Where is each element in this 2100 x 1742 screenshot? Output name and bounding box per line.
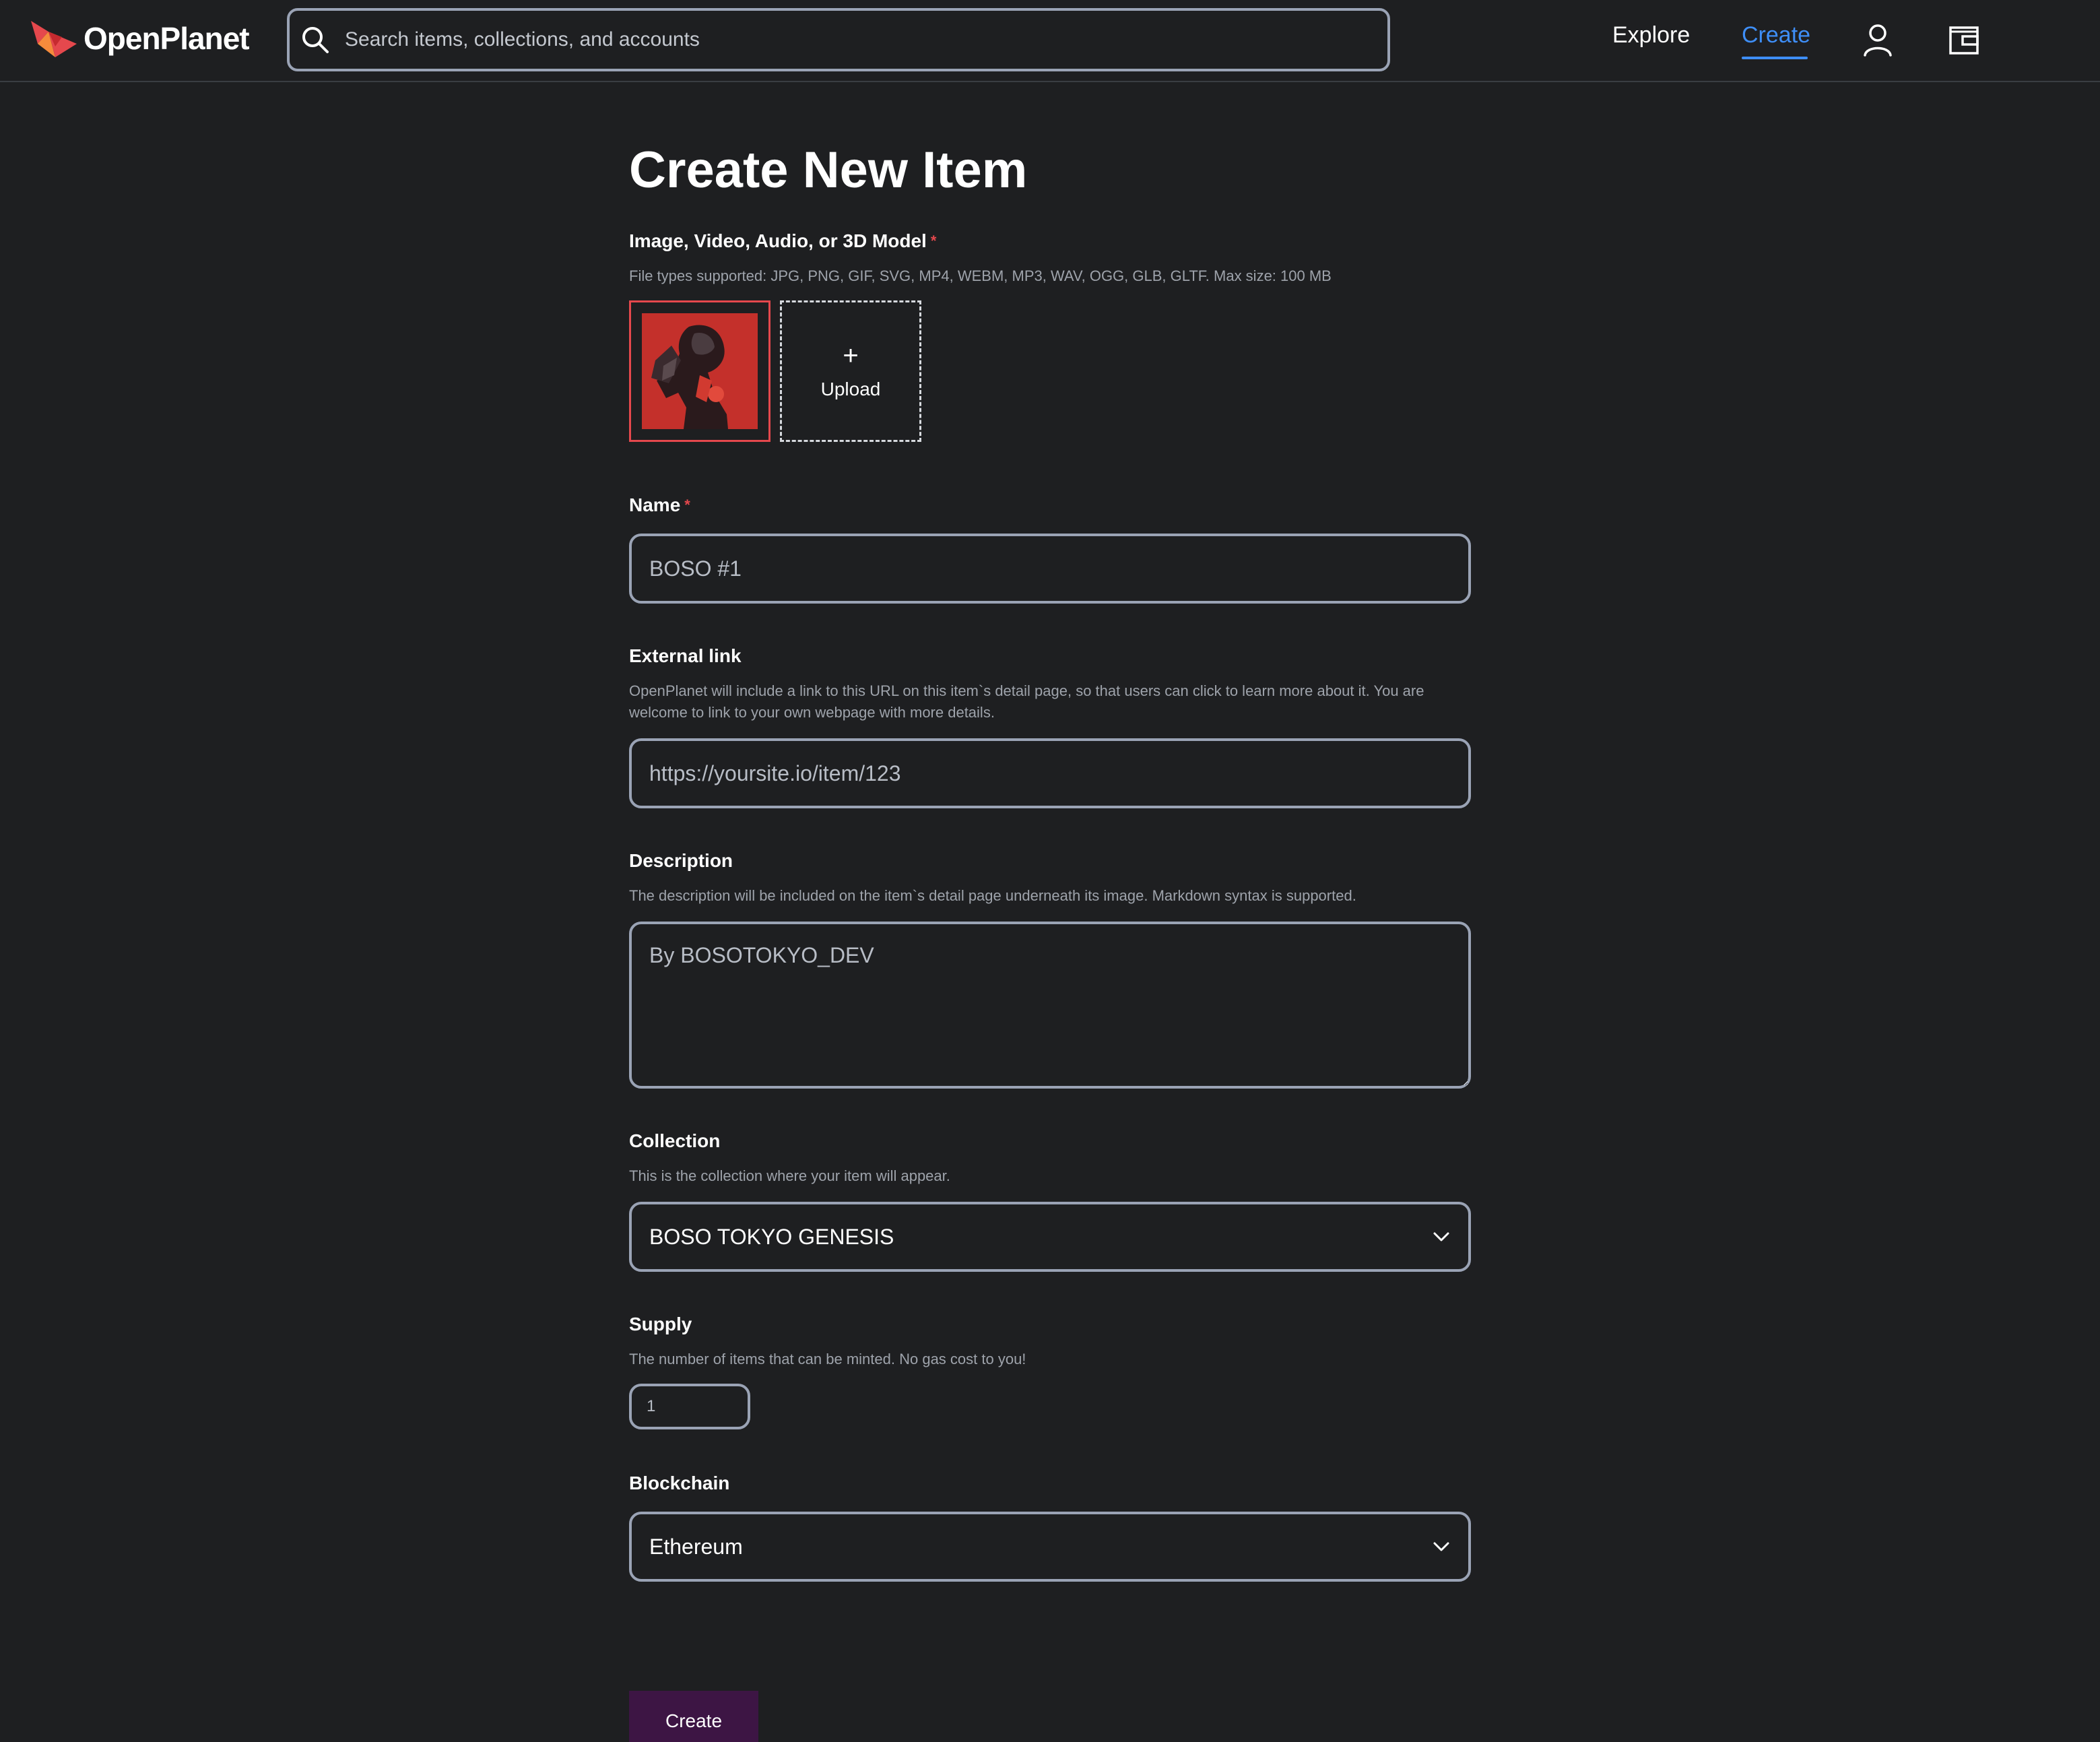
external-link-label: External link: [629, 645, 742, 666]
external-link-input[interactable]: [629, 738, 1471, 808]
blockchain-label: Blockchain: [629, 1473, 730, 1493]
required-mark: *: [930, 232, 937, 249]
chevron-down-icon: [1433, 1232, 1449, 1241]
collection-label: Collection: [629, 1130, 721, 1151]
media-help-text: File types supported: JPG, PNG, GIF, SVG…: [629, 267, 1332, 284]
openplanet-logo-icon: [31, 21, 77, 57]
user-icon: [1864, 24, 1892, 57]
nav-create-link[interactable]: Create: [1742, 20, 1810, 50]
artwork-figure: [642, 313, 758, 429]
description-label: Description: [629, 850, 733, 871]
brand-logo[interactable]: OpenPlanet: [28, 16, 250, 61]
search-bar[interactable]: [287, 8, 1390, 71]
name-input[interactable]: [629, 534, 1471, 604]
supply-input[interactable]: [629, 1384, 750, 1429]
uploaded-artwork-image: [642, 313, 758, 429]
name-label-text: Name: [629, 494, 681, 515]
search-input[interactable]: [343, 20, 1387, 60]
media-label-text: Image, Video, Audio, or 3D Model: [629, 230, 927, 251]
blockchain-selected-value: Ethereum: [649, 1534, 743, 1559]
collection-help-text: This is the collection where your item w…: [629, 1167, 950, 1184]
chevron-down-icon: [1433, 1542, 1449, 1551]
required-mark: *: [684, 496, 690, 513]
media-thumbnail[interactable]: [629, 300, 770, 442]
upload-button[interactable]: + Upload: [780, 300, 921, 442]
profile-button[interactable]: [1858, 20, 1898, 61]
search-icon: [302, 27, 329, 53]
blockchain-select[interactable]: Ethereum: [629, 1512, 1471, 1582]
description-textarea[interactable]: [629, 922, 1471, 1089]
external-link-help-text: OpenPlanet will include a link to this U…: [629, 682, 1424, 721]
name-label: Name *: [629, 493, 690, 517]
wallet-button[interactable]: [1944, 20, 1984, 61]
active-tab-indicator: [1742, 57, 1808, 59]
supply-help-text: The number of items that can be minted. …: [629, 1351, 1026, 1367]
brand-name: OpenPlanet: [84, 21, 250, 56]
collection-selected-value: BOSO TOKYO GENESIS: [649, 1224, 894, 1249]
create-submit-button[interactable]: Create: [629, 1691, 758, 1742]
supply-label: Supply: [629, 1314, 692, 1334]
description-help-text: The description will be included on the …: [629, 887, 1356, 904]
top-navbar: OpenPlanet Explore Create: [0, 0, 2100, 82]
media-label: Image, Video, Audio, or 3D Model *: [629, 229, 936, 253]
collection-select[interactable]: BOSO TOKYO GENESIS: [629, 1202, 1471, 1272]
plus-icon: +: [843, 341, 859, 370]
upload-label: Upload: [820, 379, 881, 399]
nav-explore-link[interactable]: Explore: [1612, 20, 1690, 50]
page-title: Create New Item: [629, 141, 1028, 199]
wallet-icon: [1949, 26, 1979, 55]
